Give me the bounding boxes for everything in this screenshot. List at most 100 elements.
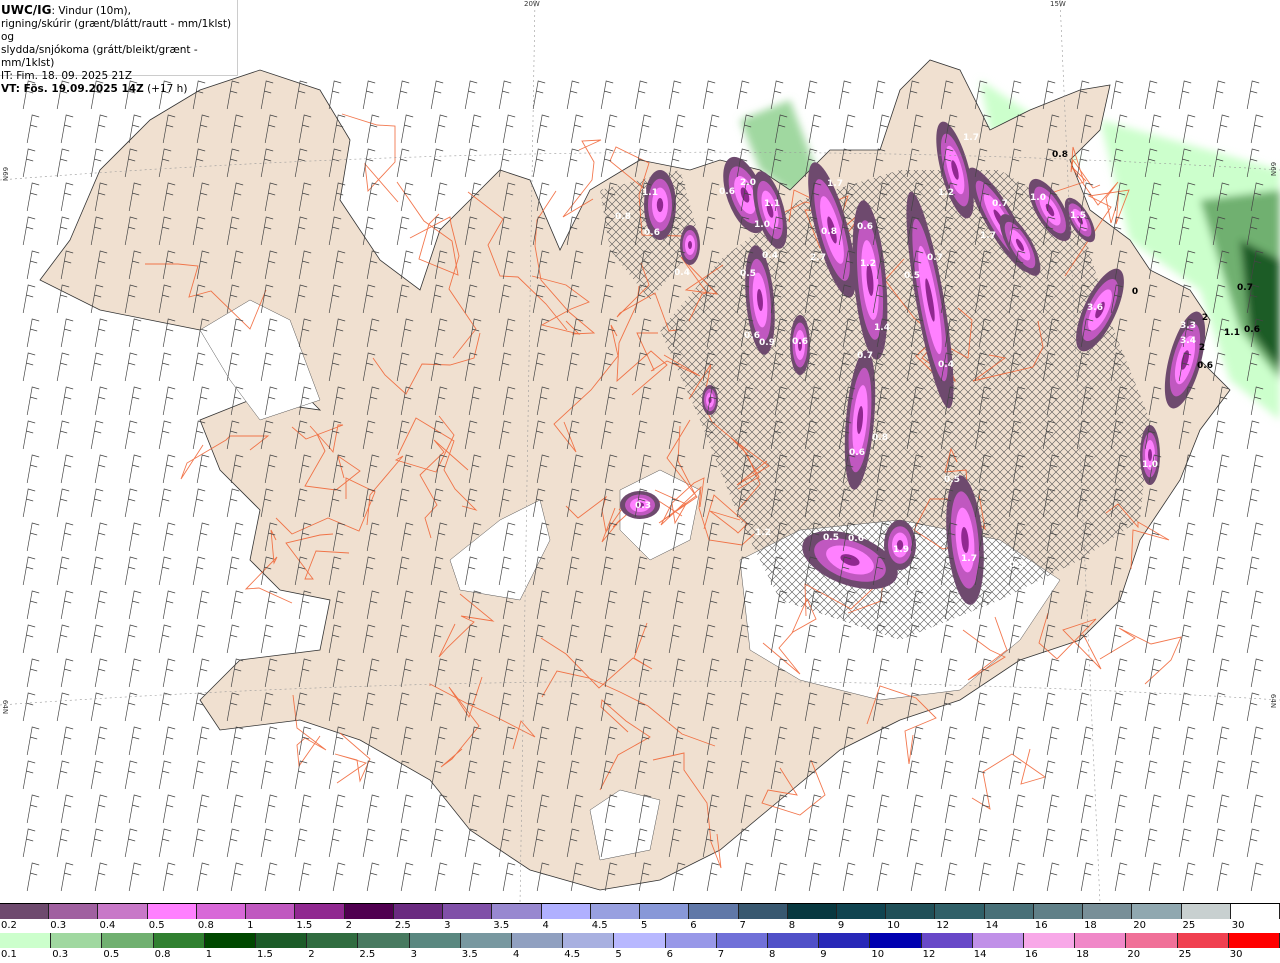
precip-value-label: 1.5 [1070,211,1086,221]
colorbar-swatch [819,933,871,948]
precip-value-label: 1.0 [754,220,770,230]
colorbar-label: 0.8 [154,949,171,960]
title-line3: slydda/snjókoma (grátt/bleikt/grænt - mm… [1,44,198,69]
colorbar-swatch [1075,933,1127,948]
precip-value-label: 0.6 [719,187,735,197]
colorbar-swatch [246,904,296,919]
colorbar-label: 0.5 [103,949,120,960]
precip-value-label: 1.1 [764,199,780,209]
colorbar-swatch [256,933,308,948]
snow-colorbar [0,904,1280,919]
precip-value-label: 1.9 [893,545,909,555]
colorbar-swatch [541,904,591,919]
colorbar-label: 16 [1025,949,1038,960]
precip-value-label: 0.8 [615,212,631,222]
precip-value-label: 0.4 [762,251,778,261]
colorbar-swatch [1177,933,1229,948]
colorbar-swatch [935,904,985,919]
valid-time: VT: Fös. 19.09.2025 14Z [1,83,144,95]
precip-value-label: 0.6 [857,222,873,232]
colorbar-label: 1 [205,949,213,960]
colorbar-label: 6 [690,920,697,931]
colorbar-swatch [443,904,493,919]
colorbar-swatch [1230,904,1280,919]
colorbar-swatch [972,933,1025,948]
precip-value-label: 0.5 [740,269,756,279]
precip-value-label: 1.1 [1224,328,1240,338]
colorbar-swatch [344,904,394,919]
colorbar-label: 30 [1231,920,1245,931]
map-title-box: UWC/IG: Vindur (10m), rigning/skúrir (gr… [0,0,238,95]
colorbar-swatch [1181,904,1231,919]
colorbar-swatch [590,904,641,919]
colorbar-label: 1 [247,920,254,931]
lon-label-15w: 15W [1050,0,1066,8]
colorbar-label: 0.5 [148,920,165,931]
precip-value-label: 1.7 [827,179,843,189]
precip-value-label: 0.3 [635,501,651,511]
precip-value-label: 1.7 [963,133,979,143]
colorbar-swatch [738,904,788,919]
lat-label-66n-right: 66N [1269,161,1278,177]
precip-value-label: 0.8 [872,433,888,443]
precip-value-label: 0.6 [1244,325,1260,335]
colorbar-label: 5 [615,949,622,960]
colorbar-label: 3 [410,949,417,960]
precip-value-label: 0.7 [857,351,873,361]
snowfall-cell [688,241,692,249]
colorbar-label: 9 [820,949,827,960]
colorbar-label: 0.3 [50,920,67,931]
colorbar-label: 2 [345,920,352,931]
colorbar-swatch [689,904,739,919]
precip-value-label: 0 [1132,287,1138,297]
rain-colorbar-labels: 0.1 0.3 0.5 0.8 1 1.5 2 2.5 3 3.5 4 4.5 5 6 7 8 9 10 12 14 1… [0,949,1280,963]
forecast-lead: (+17 h) [143,83,188,95]
colorbar-swatch [0,933,52,948]
colorbar-swatch [921,933,973,948]
colorbar-label: 25 [1178,949,1192,960]
colorbar-swatch [153,933,205,948]
colorbar-swatch [1033,904,1084,919]
colorbar-swatch [196,904,247,919]
precip-value-label: 1.2 [938,188,954,198]
precip-value-label: 1.7 [961,554,977,564]
lat-label-64n-right: 64N [1269,693,1278,709]
colorbar-label: 12 [922,949,936,960]
colorbar-label: 10 [871,949,885,960]
colorbar-label: 2.5 [359,949,376,960]
colorbar-swatch [870,933,922,948]
colorbar-swatch [1024,933,1076,948]
colorbar-label: 0.2 [1,920,17,931]
colorbar-label: 8 [788,920,796,931]
colorbar-label: 25 [1182,920,1196,931]
precip-value-label: 2.7 [810,253,826,263]
precip-value-label: 0.8 [821,227,837,237]
colorbar-swatch [204,933,257,948]
colorbar-label: 30 [1229,949,1243,960]
colorbar-swatch [393,904,444,919]
precip-value-label: 0.6 [848,534,864,544]
colorbar-swatch [886,904,936,919]
lon-label-20w: 20W [524,0,540,8]
colorbar-label: 1.5 [296,920,313,931]
colorbar-label: 4.5 [591,920,608,931]
snowfall-cell [656,198,664,212]
colorbar-label: 2.5 [394,920,411,931]
precip-value-label: 0.4 [938,360,954,370]
precip-value-label: 0.5 [904,271,920,281]
colorbar-label: 3.5 [461,949,478,960]
colorbar-swatch [768,933,820,948]
precip-value-label: 0.4 [674,268,690,278]
colorbar-label: 3 [444,920,451,931]
colorbar-label: 0.3 [52,949,69,960]
colorbar-swatch [492,904,542,919]
weather-map[interactable]: 2.01.11.00.60.50.40.60.9 0.61.70.82.70.61… [0,0,1280,903]
colorbar-label: 10 [887,920,900,931]
colorbar-swatch [665,933,717,948]
precip-value-label: 3.3 [1180,321,1196,331]
lat-label-64n-left: 64N [1,699,10,715]
precip-value-label: 1.4 [874,323,890,333]
rain-colorbar [0,933,1280,948]
precip-value-label: 0.9 [759,338,775,348]
colorbar-label: 9 [837,920,845,931]
